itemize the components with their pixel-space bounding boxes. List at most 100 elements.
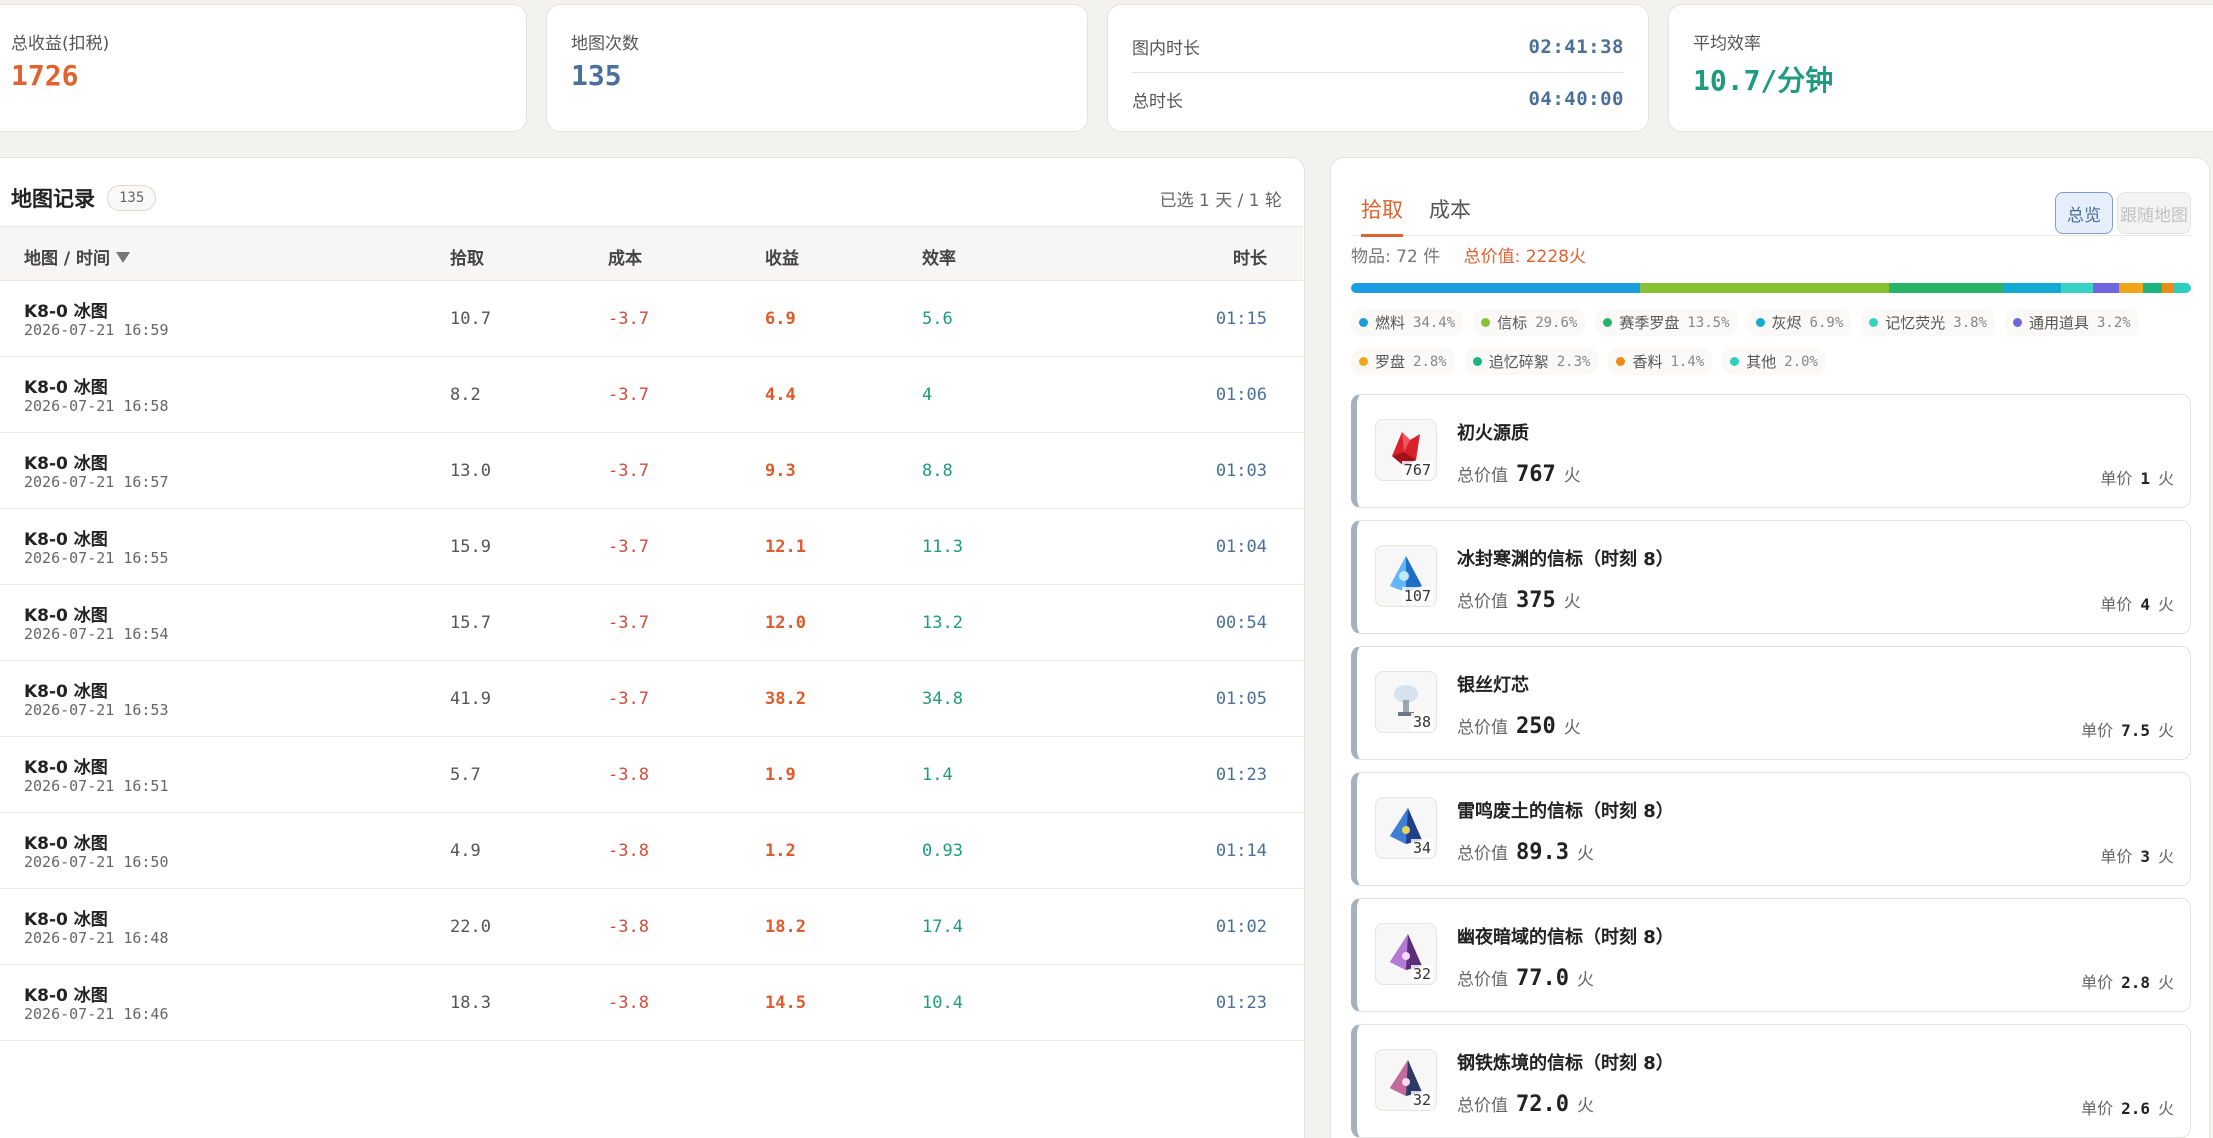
item-total-number: 375 (1516, 588, 1556, 613)
sort-desc-icon[interactable] (116, 252, 131, 263)
table-row[interactable]: K8-0 冰图 2026-07-21 16:53 41.9 -3.7 38.2 34.8 0… (0, 661, 1303, 737)
legend-item: 燃料 34.4% (1351, 309, 1464, 336)
item-card[interactable]: 38 银丝灯芯 总价值 250 火 单价 7.5 火 (1351, 646, 2191, 760)
legend-percent: 6.9% (1809, 314, 1844, 331)
row-pickup: 15.7 (450, 613, 491, 633)
legend-name: 信标 (1497, 314, 1528, 332)
blue-beacon-icon: 107 (1375, 545, 1437, 607)
item-name: 钢铁炼境的信标（时刻 8） (1457, 1053, 1674, 1074)
row-profit: 12.1 (765, 537, 806, 557)
overview-button[interactable]: 总览 (2055, 192, 2113, 234)
header-profit[interactable]: 收益 (765, 244, 799, 269)
table-row[interactable]: K8-0 冰图 2026-07-21 16:59 10.7 -3.7 6.9 5.6 01:… (0, 281, 1303, 357)
table-row[interactable]: K8-0 冰图 2026-07-21 16:46 18.3 -3.8 14.5 10.4 0… (0, 965, 1303, 1041)
table-row[interactable]: K8-0 冰图 2026-07-21 16:55 15.9 -3.7 12.1 11.3 0… (0, 509, 1303, 585)
item-total-number: 250 (1516, 714, 1556, 739)
row-map-name: K8-0 冰图 (24, 986, 108, 1006)
records-table-body: K8-0 冰图 2026-07-21 16:59 10.7 -3.7 6.9 5.6 01:… (0, 281, 1303, 1041)
item-card[interactable]: 32 幽夜暗域的信标（时刻 8） 总价值 77.0 火 单价 2.8 火 (1351, 898, 2191, 1012)
legend-dot-icon (1603, 318, 1613, 327)
row-cost: -3.7 (608, 309, 649, 329)
item-unit-label: 单价 (2100, 595, 2133, 614)
item-total-number: 767 (1516, 462, 1556, 487)
row-pickup: 41.9 (450, 689, 491, 709)
legend-percent: 1.4% (1670, 353, 1705, 370)
row-pickup: 4.9 (450, 841, 481, 861)
table-row[interactable]: K8-0 冰图 2026-07-21 16:54 15.7 -3.7 12.0 13.2 0… (0, 585, 1303, 661)
row-map-name: K8-0 冰图 (24, 454, 108, 474)
item-card[interactable]: 767 初火源质 总价值 767 火单价 1 火 (1351, 394, 2191, 508)
item-unit-label: 单价 (2081, 721, 2114, 740)
in-map-time-row: 图内时长 02:41:38 (1132, 21, 1624, 73)
legend-item: 追忆碎絮 2.3% (1464, 348, 1599, 375)
item-card[interactable]: 32 钢铁炼境的信标（时刻 8） 总价值 72.0 火 单价 2.6 火 (1351, 1024, 2191, 1138)
currency-unit: 火 (2157, 595, 2174, 614)
row-efficiency: 34.8 (922, 689, 963, 709)
row-profit: 14.5 (765, 993, 806, 1013)
header-duration[interactable]: 时长 (1233, 244, 1267, 269)
follow-map-button[interactable]: 跟随地图 (2117, 192, 2191, 234)
row-profit: 18.2 (765, 917, 806, 937)
table-row[interactable]: K8-0 冰图 2026-07-21 16:57 13.0 -3.7 9.3 8.8 01:… (0, 433, 1303, 509)
item-card[interactable]: 107 冰封寒渊的信标（时刻 8） 总价值 375 火单价 4 火 (1351, 520, 2191, 634)
item-unit-number: 2.8 (2121, 973, 2150, 992)
legend-name: 香料 (1632, 353, 1663, 371)
row-profit: 6.9 (765, 309, 796, 329)
row-cost: -3.8 (608, 993, 649, 1013)
map-count-label: 地图次数 (571, 34, 639, 54)
tab-pickup[interactable]: 拾取 (1361, 194, 1403, 237)
red-crystal-icon: 767 (1375, 419, 1437, 481)
row-timestamp: 2026-07-21 16:48 (24, 929, 169, 947)
category-segment (2162, 283, 2175, 293)
row-efficiency: 4 (922, 385, 933, 405)
legend-name: 追忆碎絮 (1488, 353, 1549, 371)
item-total-number: 72.0 (1516, 1092, 1569, 1117)
item-unit-price: 单价 2.8 火 (2081, 969, 2174, 993)
row-duration: 01:04 (1215, 537, 1267, 557)
header-efficiency[interactable]: 效率 (922, 244, 956, 269)
row-timestamp: 2026-07-21 16:51 (24, 777, 169, 795)
legend-dot-icon (1869, 318, 1879, 327)
item-total-value: 总价值 89.3 火 (1457, 839, 1594, 865)
item-unit-price: 单价 1 火 (2100, 465, 2174, 489)
table-row[interactable]: K8-0 冰图 2026-07-21 16:48 22.0 -3.8 18.2 17.4 0… (0, 889, 1303, 965)
selection-info: 已选 1 天 / 1 轮 (1159, 190, 1282, 211)
header-map-time[interactable]: 地图 / 时间 (24, 244, 131, 269)
row-cost: -3.8 (608, 841, 649, 861)
item-quantity: 32 (1410, 965, 1433, 983)
thunder-beacon-icon: 34 (1375, 797, 1437, 859)
table-row[interactable]: K8-0 冰图 2026-07-21 16:50 4.9 -3.8 1.2 0.93 01:… (0, 813, 1303, 889)
row-map-name: K8-0 冰图 (24, 682, 108, 702)
item-unit-price: 单价 2.6 火 (2081, 1095, 2174, 1119)
row-efficiency: 10.4 (922, 993, 963, 1013)
row-cost: -3.8 (608, 765, 649, 785)
row-profit: 4.4 (765, 385, 796, 405)
map-records-title: 地图记录 (11, 187, 95, 211)
row-pickup: 18.3 (450, 993, 491, 1013)
item-total-label: 总价值 (1457, 466, 1508, 486)
item-total-label: 总价值 (1457, 844, 1508, 864)
item-card[interactable]: 34 雷鸣废土的信标（时刻 8） 总价值 89.3 火单价 3 火 (1351, 772, 2191, 886)
row-timestamp: 2026-07-21 16:46 (24, 1005, 169, 1023)
header-pickup[interactable]: 拾取 (450, 244, 484, 269)
row-timestamp: 2026-07-21 16:54 (24, 625, 169, 643)
legend-dot-icon (1730, 357, 1740, 366)
table-row[interactable]: K8-0 冰图 2026-07-21 16:51 5.7 -3.8 1.9 1.4 01:2… (0, 737, 1303, 813)
item-unit-label: 单价 (2081, 1099, 2114, 1118)
row-efficiency: 8.8 (922, 461, 953, 481)
total-time-label: 总时长 (1132, 91, 1183, 112)
category-segment (1640, 283, 1890, 293)
header-cost[interactable]: 成本 (608, 244, 642, 269)
item-unit-price: 单价 7.5 火 (2081, 717, 2174, 741)
legend-dot-icon (1481, 318, 1491, 327)
row-duration: 01:23 (1215, 765, 1267, 785)
table-row[interactable]: K8-0 冰图 2026-07-21 16:58 8.2 -3.7 4.4 4 01:06 (0, 357, 1303, 433)
legend-item: 通用道具 3.2% (2004, 309, 2139, 336)
row-map-name: K8-0 冰图 (24, 910, 108, 930)
legend-percent: 2.8% (1413, 353, 1447, 370)
row-cost: -3.7 (608, 385, 649, 405)
tab-cost[interactable]: 成本 (1429, 194, 1471, 234)
item-unit-price: 单价 3 火 (2100, 843, 2174, 867)
row-profit: 9.3 (765, 461, 796, 481)
category-share-bar (1351, 283, 2191, 293)
